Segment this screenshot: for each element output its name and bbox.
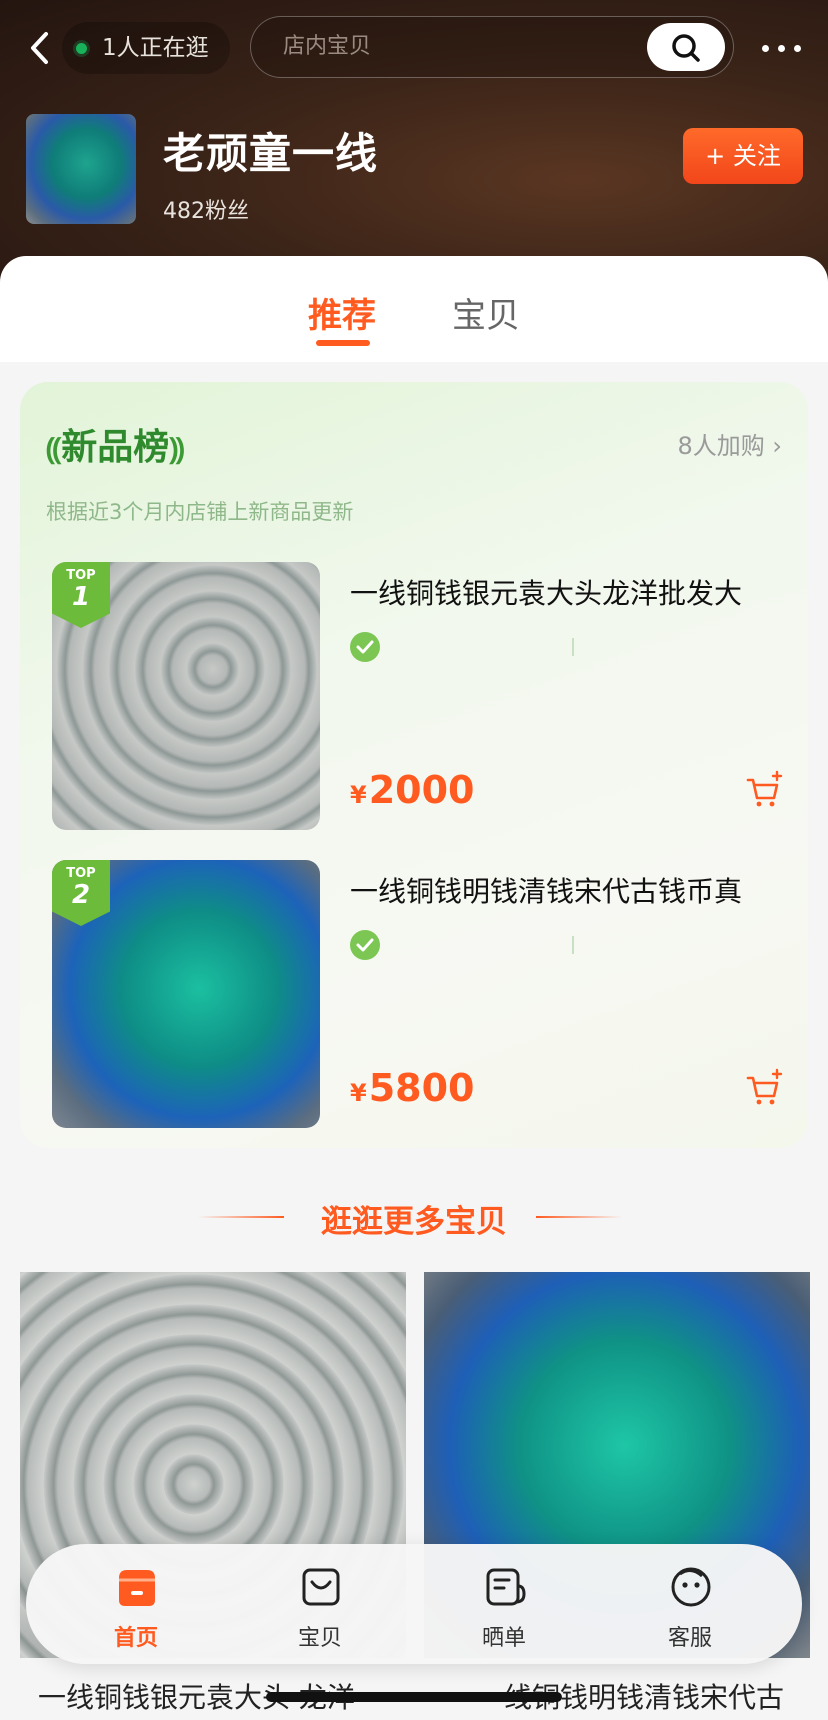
service-icon bbox=[671, 1567, 711, 1607]
new-arrivals-subtitle: 根据近3个月内店铺上新商品更新 bbox=[46, 500, 354, 524]
follow-button[interactable]: + 关注 bbox=[683, 128, 803, 184]
search-icon bbox=[672, 34, 700, 62]
cart-count-text: 8人加购 bbox=[677, 432, 765, 460]
more-dot-icon bbox=[762, 45, 769, 52]
verified-check-icon bbox=[350, 632, 380, 662]
more-options-button[interactable] bbox=[758, 28, 806, 68]
price-value: 2000 bbox=[368, 768, 475, 812]
laurel-right-icon: ⸩ bbox=[169, 432, 185, 467]
visitor-count-text: 1人正在逛 bbox=[102, 35, 209, 61]
product-price: ¥5800 bbox=[350, 1066, 474, 1110]
nav-home[interactable]: 首页 bbox=[76, 1564, 196, 1656]
nav-items-label: 宝贝 bbox=[297, 1626, 342, 1651]
rank-number: 2 bbox=[71, 880, 91, 910]
price-value: 5800 bbox=[368, 1066, 475, 1110]
back-icon bbox=[31, 32, 48, 64]
rank-badge-top: TOP bbox=[66, 866, 96, 881]
product-price: ¥2000 bbox=[350, 768, 474, 812]
back-button[interactable] bbox=[26, 28, 62, 68]
visitor-count: 1人正在逛 bbox=[62, 22, 230, 74]
nav-items[interactable]: 宝贝 bbox=[260, 1564, 380, 1656]
nav-home-label: 首页 bbox=[113, 1626, 158, 1651]
bag-icon bbox=[302, 1568, 340, 1606]
divider bbox=[572, 936, 574, 954]
product-name[interactable]: 一线铜钱银元袁大头龙洋批发大 bbox=[350, 572, 742, 612]
nav-reviews[interactable]: 晒单 bbox=[444, 1564, 564, 1656]
home-icon bbox=[119, 1570, 155, 1606]
section-divider-right bbox=[536, 1216, 622, 1218]
new-arrivals-card: ⸨新品榜⸩ 8人加购 › 根据近3个月内店铺上新商品更新 TOP 1 一线铜钱银… bbox=[20, 382, 808, 1148]
cart-plus-icon bbox=[746, 770, 783, 807]
rank-badge: TOP 1 bbox=[52, 562, 110, 628]
product-card[interactable]: TOP 2 一线铜钱明钱清钱宋代古钱币真 ¥5800 bbox=[52, 860, 788, 1128]
shop-search-bar[interactable]: 店内宝贝 bbox=[250, 16, 734, 78]
product-card[interactable]: TOP 1 一线铜钱银元袁大头龙洋批发大 ¥2000 bbox=[52, 562, 788, 830]
more-dot-icon bbox=[778, 45, 785, 52]
tab-items[interactable]: 宝贝 bbox=[452, 288, 520, 337]
new-arrivals-title-text: 新品榜 bbox=[61, 427, 170, 468]
chevron-right-icon: › bbox=[772, 432, 782, 460]
currency-symbol: ¥ bbox=[350, 781, 367, 809]
search-button[interactable] bbox=[647, 23, 725, 71]
more-items-title: 逛逛更多宝贝 bbox=[321, 1204, 507, 1240]
tab-recommend-label: 推荐 bbox=[308, 296, 376, 336]
currency-symbol: ¥ bbox=[350, 1079, 367, 1107]
nav-customer-service[interactable]: 客服 bbox=[630, 1564, 750, 1656]
add-to-cart-button[interactable] bbox=[744, 770, 784, 810]
tab-active-indicator bbox=[316, 340, 370, 346]
home-indicator[interactable] bbox=[266, 1692, 562, 1702]
add-to-cart-count-link[interactable]: 8人加购 › bbox=[677, 426, 782, 461]
search-placeholder: 店内宝贝 bbox=[283, 34, 372, 59]
laurel-left-icon: ⸨ bbox=[46, 432, 62, 467]
rank-number: 1 bbox=[71, 582, 91, 612]
divider bbox=[572, 638, 574, 656]
review-icon bbox=[486, 1568, 526, 1606]
bottom-navigation: 首页 宝贝 晒单 客服 bbox=[26, 1544, 802, 1664]
shop-tabs: 推荐 宝贝 bbox=[0, 256, 828, 362]
nav-reviews-label: 晒单 bbox=[481, 1626, 526, 1651]
rank-badge-top: TOP bbox=[66, 568, 96, 583]
tab-recommend[interactable]: 推荐 bbox=[308, 288, 376, 346]
product-name[interactable]: 一线铜钱明钱清钱宋代古钱币真 bbox=[350, 870, 742, 910]
product-image[interactable]: TOP 2 bbox=[52, 860, 320, 1128]
cart-plus-icon bbox=[746, 1068, 783, 1105]
online-dot-icon bbox=[76, 43, 87, 54]
product-image[interactable]: TOP 1 bbox=[52, 562, 320, 830]
fans-count: 482粉丝 bbox=[163, 199, 249, 224]
rank-badge: TOP 2 bbox=[52, 860, 110, 926]
new-arrivals-title: ⸨新品榜⸩ bbox=[46, 418, 185, 470]
more-dot-icon bbox=[794, 45, 801, 52]
verified-check-icon bbox=[350, 930, 380, 960]
nav-service-label: 客服 bbox=[667, 1626, 712, 1651]
shop-name: 老顽童一线 bbox=[163, 129, 379, 178]
add-to-cart-button[interactable] bbox=[744, 1068, 784, 1108]
shop-avatar[interactable] bbox=[26, 114, 136, 224]
